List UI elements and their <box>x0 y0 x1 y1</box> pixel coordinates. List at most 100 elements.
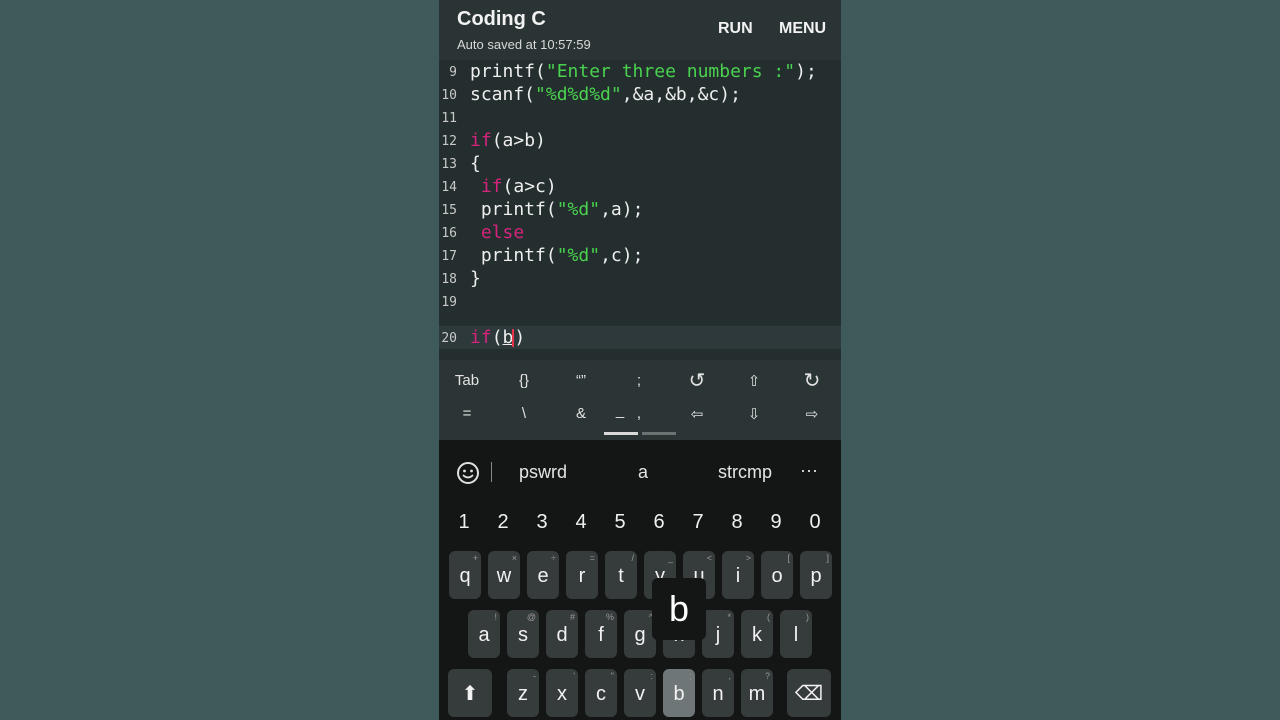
page-indicator <box>642 432 676 435</box>
app-title: Coding C <box>457 8 546 30</box>
shift-icon: ⬆ <box>461 683 479 705</box>
code-text: printf("Enter three numbers :"); <box>470 61 817 82</box>
shift-key[interactable]: ⬆ <box>448 669 492 717</box>
text-caret <box>512 329 515 347</box>
code-line[interactable]: 14 if(a>c) <box>439 175 841 198</box>
suggestion-3[interactable]: strcmp <box>705 462 785 483</box>
semicolon-key[interactable]: ; <box>611 372 667 389</box>
key-m[interactable]: ? m <box>741 669 773 717</box>
key-d[interactable]: # d <box>546 610 578 658</box>
key-w[interactable]: × w <box>488 551 520 599</box>
arrow-left-icon[interactable]: ⇦ <box>669 405 725 423</box>
line-number: 19 <box>441 295 457 310</box>
tab-key[interactable]: Tab <box>439 372 495 389</box>
arrow-down-icon[interactable]: ⇩ <box>726 405 782 423</box>
key-f[interactable]: % f <box>585 610 617 658</box>
code-line[interactable]: 9 printf("Enter three numbers :"); <box>439 60 841 83</box>
menu-button[interactable]: MENU <box>779 20 826 38</box>
key-4[interactable]: 4 <box>562 511 600 534</box>
line-number: 18 <box>441 272 457 287</box>
line-number: 11 <box>441 111 457 126</box>
backslash-key[interactable]: \ <box>496 405 552 422</box>
key-l[interactable]: ) l <box>780 610 812 658</box>
code-line[interactable]: 18 } <box>439 267 841 290</box>
phone-screen: Coding C Auto saved at 10:57:59 RUN MENU… <box>439 0 841 720</box>
key-9[interactable]: 9 <box>757 511 795 534</box>
code-line[interactable]: 16 else <box>439 221 841 244</box>
code-line[interactable]: 13 { <box>439 152 841 175</box>
code-text: printf("%d",c); <box>470 245 644 266</box>
key-7[interactable]: 7 <box>679 511 717 534</box>
redo-icon[interactable]: ↻ <box>784 368 840 393</box>
line-number: 12 <box>441 134 457 149</box>
key-i[interactable]: > i <box>722 551 754 599</box>
key-b[interactable]: ; b <box>663 669 695 717</box>
key-x[interactable]: ' x <box>546 669 578 717</box>
code-text: else <box>480 222 525 243</box>
key-3[interactable]: 3 <box>523 511 561 534</box>
arrow-right-icon[interactable]: ⇨ <box>784 405 840 423</box>
code-text: printf("%d",a); <box>470 199 644 220</box>
key-2[interactable]: 2 <box>484 511 522 534</box>
key-k[interactable]: (k <box>741 610 773 658</box>
code-text: { <box>470 153 481 174</box>
key-s[interactable]: @ s <box>507 610 539 658</box>
key-8[interactable]: 8 <box>718 511 756 534</box>
suggestion-separator <box>491 462 492 482</box>
run-button[interactable]: RUN <box>718 20 753 38</box>
key-v[interactable]: :v <box>624 669 656 717</box>
key-6[interactable]: 6 <box>640 511 678 534</box>
soft-keyboard: pswrd a strcmp ··· 1 2 3 4 5 6 7 8 9 0 +… <box>439 440 841 720</box>
key-o[interactable]: [o <box>761 551 793 599</box>
extra-keys-bar: Tab {} “” ; ↺ ⇧ ↻ = \ & _ , ⇦ ⇩ ⇨ <box>439 360 841 440</box>
key-p[interactable]: ] p <box>800 551 832 599</box>
emoji-icon[interactable] <box>455 460 481 486</box>
code-text: scanf("%d%d%d",&a,&b,&c); <box>470 84 741 105</box>
key-preview-popup: b <box>652 578 706 640</box>
line-number: 14 <box>441 180 457 195</box>
key-0[interactable]: 0 <box>796 511 834 534</box>
key-q[interactable]: + q <box>449 551 481 599</box>
comma-key[interactable]: , <box>611 405 667 422</box>
code-text: if(a>b) <box>470 130 546 151</box>
backspace-icon: ⌫ <box>794 683 824 705</box>
code-text: if(a>c) <box>480 176 557 197</box>
app-bar: Coding C Auto saved at 10:57:59 RUN MENU <box>439 0 841 60</box>
key-r[interactable]: = r <box>566 551 598 599</box>
code-line[interactable]: 10 scanf("%d%d%d",&a,&b,&c); <box>439 83 841 106</box>
quotes-key[interactable]: “” <box>553 372 609 389</box>
key-5[interactable]: 5 <box>601 511 639 534</box>
key-z[interactable]: -z <box>507 669 539 717</box>
delete-key[interactable]: ⌫ <box>787 669 831 717</box>
suggestion-2[interactable]: a <box>613 462 673 483</box>
arrow-up-icon[interactable]: ⇧ <box>726 372 782 390</box>
code-line[interactable]: 15 printf("%d",a); <box>439 198 841 221</box>
key-t[interactable]: / t <box>605 551 637 599</box>
line-number: 20 <box>441 331 457 346</box>
line-number: 16 <box>441 226 457 241</box>
suggestion-1[interactable]: pswrd <box>503 462 583 483</box>
code-line[interactable]: 17 printf("%d",c); <box>439 244 841 267</box>
code-line[interactable]: 11 <box>439 106 841 129</box>
equals-key[interactable]: = <box>439 405 495 422</box>
key-1[interactable]: 1 <box>445 511 483 534</box>
line-number: 10 <box>441 88 457 103</box>
undo-icon[interactable]: ↺ <box>669 368 725 393</box>
key-j[interactable]: * j <box>702 610 734 658</box>
line-number: 15 <box>441 203 457 218</box>
line-number: 9 <box>449 65 457 80</box>
page-indicator-active <box>604 432 638 435</box>
key-a[interactable]: ! a <box>468 610 500 658</box>
key-n[interactable]: ,n <box>702 669 734 717</box>
more-suggestions-icon[interactable]: ··· <box>794 460 824 481</box>
line-number: 13 <box>441 157 457 172</box>
braces-key[interactable]: {} <box>496 372 552 389</box>
code-line[interactable]: 19 <box>439 290 841 313</box>
key-e[interactable]: ÷ e <box>527 551 559 599</box>
key-c[interactable]: " c <box>585 669 617 717</box>
current-code-line[interactable]: 20 if(b) <box>439 326 841 349</box>
code-line[interactable]: 12 if(a>b) <box>439 129 841 152</box>
line-number: 17 <box>441 249 457 264</box>
autosave-status: Auto saved at 10:57:59 <box>457 37 591 52</box>
code-editor[interactable]: 9 printf("Enter three numbers :"); 10 sc… <box>439 60 841 360</box>
